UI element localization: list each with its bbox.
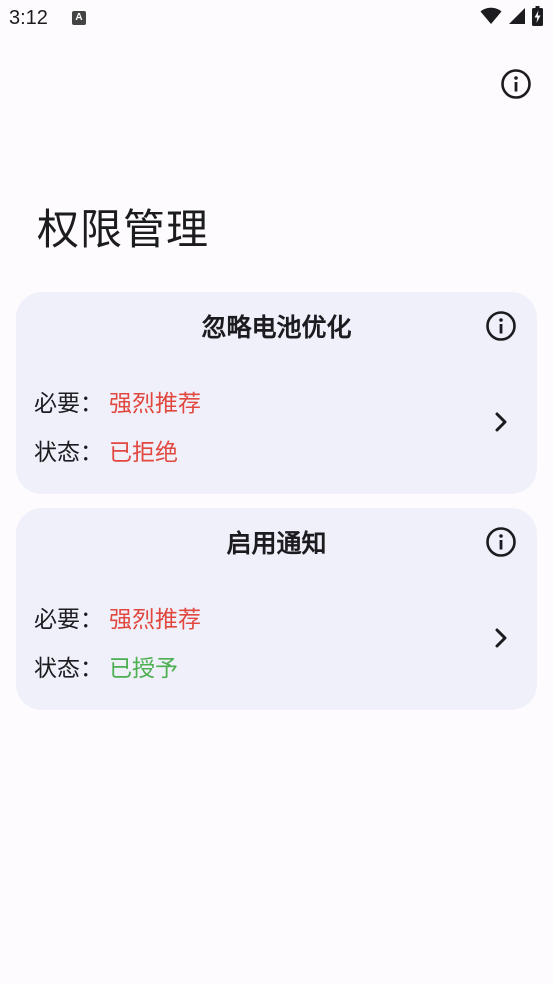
- chevron-right-icon[interactable]: [489, 410, 513, 434]
- status-icons: [480, 6, 543, 30]
- info-icon: [485, 526, 517, 562]
- signal-icon: [508, 7, 526, 29]
- page-title: 权限管理: [37, 205, 210, 254]
- required-row: 必要： 强烈推荐: [34, 388, 201, 420]
- required-value: 强烈推荐: [109, 391, 201, 417]
- app-notification-icon: A: [72, 11, 86, 25]
- wifi-icon: [480, 7, 502, 29]
- status-value: 已授予: [109, 656, 178, 682]
- required-label: 必要：: [34, 607, 103, 633]
- info-icon: [500, 68, 532, 104]
- battery-charging-icon: [532, 6, 543, 30]
- permission-card-notifications[interactable]: 启用通知 必要： 强烈推荐 状态： 已授予: [16, 508, 537, 710]
- status-row: 状态： 已拒绝: [34, 437, 178, 469]
- permission-card-battery[interactable]: 忽略电池优化 必要： 强烈推荐 状态： 已拒绝: [16, 292, 537, 494]
- status-row: 状态： 已授予: [34, 653, 178, 685]
- status-value: 已拒绝: [109, 440, 178, 466]
- card-title: 启用通知: [226, 529, 327, 558]
- required-value: 强烈推荐: [109, 607, 201, 633]
- card-info-button[interactable]: [485, 310, 517, 346]
- status-label: 状态：: [34, 440, 103, 466]
- card-title: 忽略电池优化: [201, 313, 352, 342]
- required-label: 必要：: [34, 391, 103, 417]
- card-info-button[interactable]: [485, 526, 517, 562]
- required-row: 必要： 强烈推荐: [34, 604, 201, 636]
- info-icon: [485, 310, 517, 346]
- chevron-right-icon[interactable]: [489, 626, 513, 650]
- status-label: 状态：: [34, 656, 103, 682]
- status-bar: 3:12 A: [0, 0, 553, 38]
- status-time: 3:12: [9, 7, 48, 29]
- info-button[interactable]: [499, 69, 533, 103]
